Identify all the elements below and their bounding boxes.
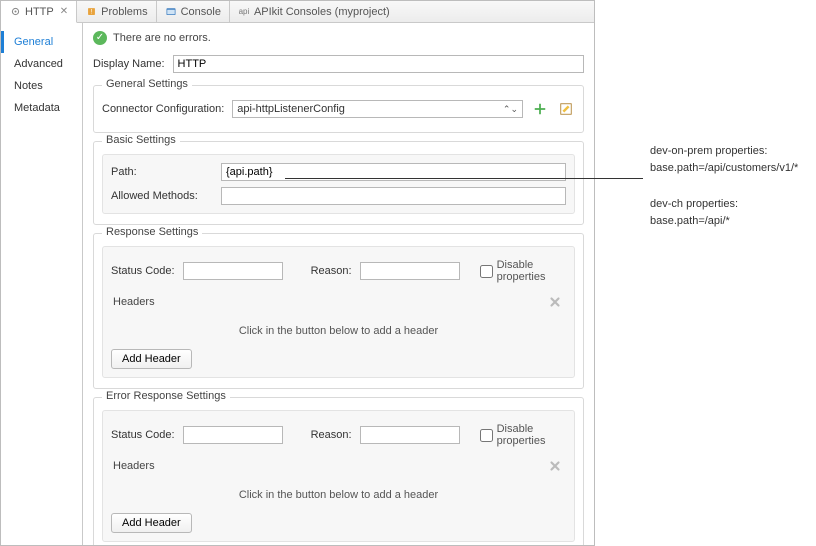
section-title: Error Response Settings xyxy=(102,390,230,402)
gear-icon xyxy=(9,6,21,18)
disable-properties-input[interactable] xyxy=(480,429,493,442)
sidebar: General Advanced Notes Metadata xyxy=(1,23,83,545)
remove-header-button[interactable] xyxy=(546,293,564,311)
headers-label: Headers xyxy=(113,296,155,308)
console-icon xyxy=(165,6,177,18)
response-settings-section: Response Settings Status Code: Reason: D… xyxy=(93,233,584,389)
annotation-leader-line xyxy=(285,178,643,179)
error-response-settings-section: Error Response Settings Status Code: Rea… xyxy=(93,397,584,545)
sidebar-item-general[interactable]: General xyxy=(1,31,82,53)
disable-properties-input[interactable] xyxy=(480,265,493,278)
remove-header-button[interactable] xyxy=(546,457,564,475)
api-icon: api xyxy=(238,6,250,18)
annotation-title: dev-on-prem properties: xyxy=(650,143,798,160)
section-title: Basic Settings xyxy=(102,134,180,146)
status-code-input[interactable] xyxy=(183,426,283,444)
tab-bar: HTTP ✕ ! Problems Console api APIkit Con… xyxy=(1,1,594,23)
section-title: General Settings xyxy=(102,78,192,90)
disable-properties-label: Disable properties xyxy=(497,259,566,283)
annotation-dev-on-prem: dev-on-prem properties: base.path=/api/c… xyxy=(650,143,798,176)
svg-text:!: ! xyxy=(90,9,92,16)
allowed-methods-label: Allowed Methods: xyxy=(111,190,221,202)
reason-label: Reason: xyxy=(311,265,352,277)
reason-input[interactable] xyxy=(360,426,460,444)
tab-label: HTTP xyxy=(25,6,54,18)
tab-label: APIkit Consoles (myproject) xyxy=(254,6,390,18)
sidebar-item-advanced[interactable]: Advanced xyxy=(1,53,82,75)
allowed-methods-input[interactable] xyxy=(221,187,566,205)
warning-icon: ! xyxy=(85,6,97,18)
disable-properties-checkbox[interactable]: Disable properties xyxy=(480,259,566,283)
tab-label: Console xyxy=(181,6,221,18)
content-panel: ✓ There are no errors. Display Name: Gen… xyxy=(83,23,594,545)
display-name-input[interactable] xyxy=(173,55,584,73)
tab-http[interactable]: HTTP ✕ xyxy=(1,1,77,23)
general-settings-section: General Settings Connector Configuration… xyxy=(93,85,584,133)
section-title: Response Settings xyxy=(102,226,202,238)
tab-label: Problems xyxy=(101,6,147,18)
status-text: There are no errors. xyxy=(113,32,211,44)
connector-config-label: Connector Configuration: xyxy=(102,103,224,115)
disable-properties-checkbox[interactable]: Disable properties xyxy=(480,423,566,447)
headers-hint: Click in the button below to add a heade… xyxy=(111,315,566,349)
sidebar-item-notes[interactable]: Notes xyxy=(1,75,82,97)
annotation-line: base.path=/api/* xyxy=(650,213,738,230)
add-header-button[interactable]: Add Header xyxy=(111,513,192,533)
display-name-label: Display Name: xyxy=(93,58,165,70)
headers-hint: Click in the button below to add a heade… xyxy=(111,479,566,513)
status-code-label: Status Code: xyxy=(111,265,175,277)
chevron-updown-icon: ⌃⌄ xyxy=(499,104,518,115)
headers-label: Headers xyxy=(113,460,155,472)
add-header-button[interactable]: Add Header xyxy=(111,349,192,369)
reason-input[interactable] xyxy=(360,262,460,280)
connector-config-value: api-httpListenerConfig xyxy=(237,103,345,115)
annotation-line: base.path=/api/customers/v1/* xyxy=(650,160,798,177)
annotation-title: dev-ch properties: xyxy=(650,196,738,213)
annotation-panel: dev-on-prem properties: base.path=/api/c… xyxy=(595,0,816,546)
disable-properties-label: Disable properties xyxy=(497,423,566,447)
reason-label: Reason: xyxy=(311,429,352,441)
status-code-label: Status Code: xyxy=(111,429,175,441)
close-icon[interactable]: ✕ xyxy=(60,6,68,17)
add-config-button[interactable] xyxy=(531,100,549,118)
sidebar-item-metadata[interactable]: Metadata xyxy=(1,97,82,119)
edit-config-button[interactable] xyxy=(557,100,575,118)
basic-settings-section: Basic Settings Path: Allowed Methods: xyxy=(93,141,584,225)
check-icon: ✓ xyxy=(93,31,107,45)
tab-console[interactable]: Console xyxy=(157,1,230,22)
path-label: Path: xyxy=(111,166,221,178)
status-code-input[interactable] xyxy=(183,262,283,280)
connector-config-select[interactable]: api-httpListenerConfig ⌃⌄ xyxy=(232,100,523,118)
tab-problems[interactable]: ! Problems xyxy=(77,1,156,22)
tab-apikit[interactable]: api APIkit Consoles (myproject) xyxy=(230,1,398,22)
annotation-dev-ch: dev-ch properties: base.path=/api/* xyxy=(650,196,738,229)
status-line: ✓ There are no errors. xyxy=(93,29,584,51)
